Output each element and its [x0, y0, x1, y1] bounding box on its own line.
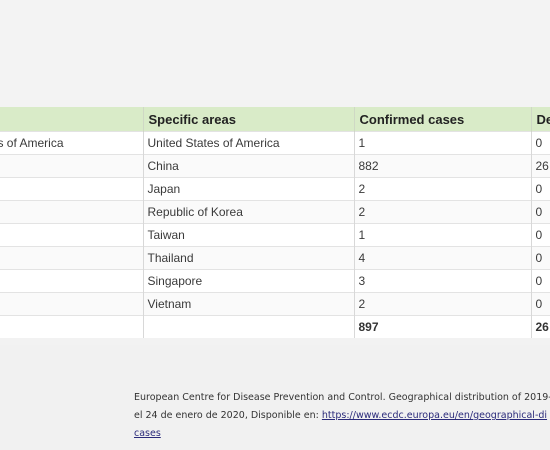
country-cell — [0, 269, 144, 293]
reference-link-continuation[interactable]: cases — [134, 428, 161, 439]
area-cell: United States of America — [143, 131, 355, 155]
deaths-cell: 0 — [531, 131, 550, 155]
header-country — [0, 107, 144, 132]
area-cell: Vietnam — [143, 292, 355, 316]
total-deaths-cell: 26 — [531, 315, 550, 338]
area-cell: China — [143, 154, 355, 178]
deaths-cell: 0 — [531, 200, 550, 224]
header-specific-areas: Specific areas — [143, 107, 355, 132]
country-cell — [0, 177, 144, 201]
area-cell: Singapore — [143, 269, 355, 293]
deaths-cell: 0 — [531, 269, 550, 293]
cases-cell: 2 — [354, 292, 532, 316]
cases-table: Specific areas Confirmed cases De s of A… — [0, 107, 550, 338]
table-row: China 882 26 — [0, 154, 550, 178]
cases-cell: 1 — [354, 223, 532, 247]
reference-line-2: el 24 de enero de 2020, Disponible en: h… — [134, 407, 550, 425]
country-cell — [0, 246, 144, 270]
area-cell: Taiwan — [143, 223, 355, 247]
deaths-cell: 26 — [531, 154, 550, 178]
cases-cell: 3 — [354, 269, 532, 293]
deaths-cell: 0 — [531, 246, 550, 270]
deaths-cell: 0 — [531, 223, 550, 247]
total-cases-cell: 897 — [354, 315, 532, 338]
total-area-cell — [143, 315, 355, 338]
deaths-cell: 0 — [531, 292, 550, 316]
table-row: Japan 2 0 — [0, 177, 550, 201]
reference-date-text: el 24 de enero de 2020, Disponible en: — [134, 410, 322, 421]
table-row: Vietnam 2 0 — [0, 292, 550, 316]
table-row: Republic of Korea 2 0 — [0, 200, 550, 224]
reference-line-1: European Centre for Disease Prevention a… — [134, 392, 550, 403]
cases-cell: 882 — [354, 154, 532, 178]
total-country-cell — [0, 315, 144, 338]
reference-link[interactable]: https://www.ecdc.europa.eu/en/geographic… — [322, 410, 547, 421]
country-cell — [0, 154, 144, 178]
area-cell: Thailand — [143, 246, 355, 270]
deaths-cell: 0 — [531, 177, 550, 201]
table-row: s of America United States of America 1 … — [0, 131, 550, 155]
reference-line-3: cases — [134, 425, 550, 443]
country-cell — [0, 223, 144, 247]
cases-cell: 2 — [354, 200, 532, 224]
area-cell: Republic of Korea — [143, 200, 355, 224]
header-deaths: De — [531, 107, 550, 132]
cases-cell: 1 — [354, 131, 532, 155]
country-cell — [0, 292, 144, 316]
country-cell — [0, 200, 144, 224]
table-row: Singapore 3 0 — [0, 269, 550, 293]
country-cell: s of America — [0, 131, 144, 155]
total-row: 897 26 — [0, 315, 550, 338]
table-row: Taiwan 1 0 — [0, 223, 550, 247]
header-confirmed-cases: Confirmed cases — [354, 107, 532, 132]
header-row: Specific areas Confirmed cases De — [0, 107, 550, 132]
cases-cell: 2 — [354, 177, 532, 201]
reference-citation: European Centre for Disease Prevention a… — [134, 389, 550, 443]
page-top-area — [0, 0, 550, 107]
cases-cell: 4 — [354, 246, 532, 270]
table-row: Thailand 4 0 — [0, 246, 550, 270]
area-cell: Japan — [143, 177, 355, 201]
